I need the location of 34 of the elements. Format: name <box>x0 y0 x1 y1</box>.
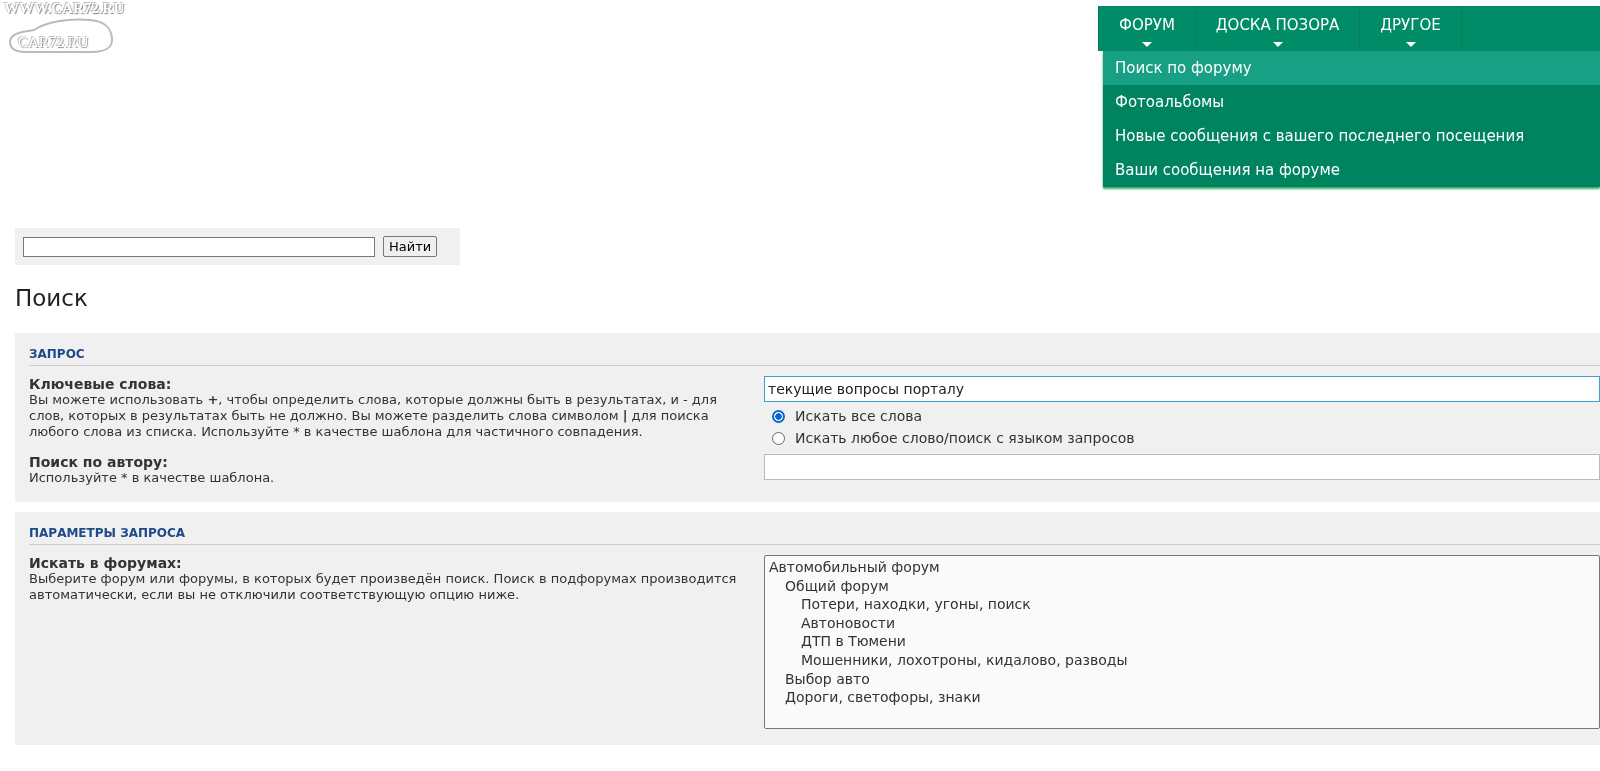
field-description: Используйте * в качестве шаблона. <box>29 470 276 486</box>
field-label: Искать в форумах: <box>29 555 183 571</box>
field-description: Выберите форум или форумы, в которых будет произведён поиск. Поиск в подфорумах производится автоматически, если вы не отключили соответствующую опцию ниже. <box>29 571 738 603</box>
forum-option[interactable]: Потери, находки, угоны, поиск <box>765 595 1599 614</box>
radio-label[interactable]: Искать любое слово/поиск с языком запросов <box>795 430 1135 446</box>
logo-text: CAR72.RU <box>18 34 89 51</box>
text-input[interactable]: текущие вопросы порталу <box>764 376 1600 402</box>
dropdown-item[interactable]: Новые сообщения с вашего последнего посещения <box>1103 119 1600 153</box>
forum-option[interactable]: Выбор авто <box>765 669 1599 689</box>
forum-option[interactable]: Мошенники, лохотроны, кидалово, разводы <box>765 650 1599 670</box>
radio-label[interactable]: Искать все слова <box>795 408 923 424</box>
radio-button[interactable] <box>772 409 785 423</box>
forum-listbox[interactable]: Автомобильный форум Общий форум Потери, находки, угоны, поиск Автоновости ДТП в Тюмени Мошенники, лохотроны, кидалово, разводы Выбор авто Дороги, светофоры, знаки <box>764 555 1600 729</box>
page-heading: Поиск <box>15 285 89 311</box>
field-description: Вы можете использовать +, чтобы определить слова, которые должны быть в результатах, и - для слов, которых в результатах быть не должно. Вы можете разделить слова символом | для поиска любого слова из списка. Используйте * в качестве шаблона для частичного совпадения. <box>29 392 718 440</box>
section-title: ЗАПРОС <box>29 339 1600 366</box>
caret-icon <box>1405 42 1416 47</box>
text-input[interactable] <box>764 454 1600 480</box>
field-label: Ключевые слова: <box>29 376 173 392</box>
dropdown-item[interactable]: Ваши сообщения на форуме <box>1103 153 1600 187</box>
radio-button[interactable] <box>772 431 785 445</box>
forum-option[interactable]: Автомобильный форум <box>765 558 1599 577</box>
caret-icon <box>1141 42 1152 47</box>
caret-icon <box>1272 42 1283 47</box>
section-title: ПАРАМЕТРЫ ЗАПРОСА <box>29 518 1600 545</box>
forum-option[interactable]: Общий форум <box>765 576 1599 596</box>
dropdown-item[interactable]: Фотоальбомы <box>1103 85 1600 119</box>
search-field[interactable] <box>23 236 375 257</box>
forum-option[interactable]: Дороги, светофоры, знаки <box>765 688 1599 707</box>
field-label: Поиск по автору: <box>29 454 169 470</box>
forum-option[interactable]: ДТП в Тюмени <box>765 632 1599 651</box>
logo-text: WWW.CAR72.RU <box>4 0 125 16</box>
search-button[interactable]: Найти <box>383 236 438 257</box>
forum-option[interactable]: Автоновости <box>765 613 1599 633</box>
